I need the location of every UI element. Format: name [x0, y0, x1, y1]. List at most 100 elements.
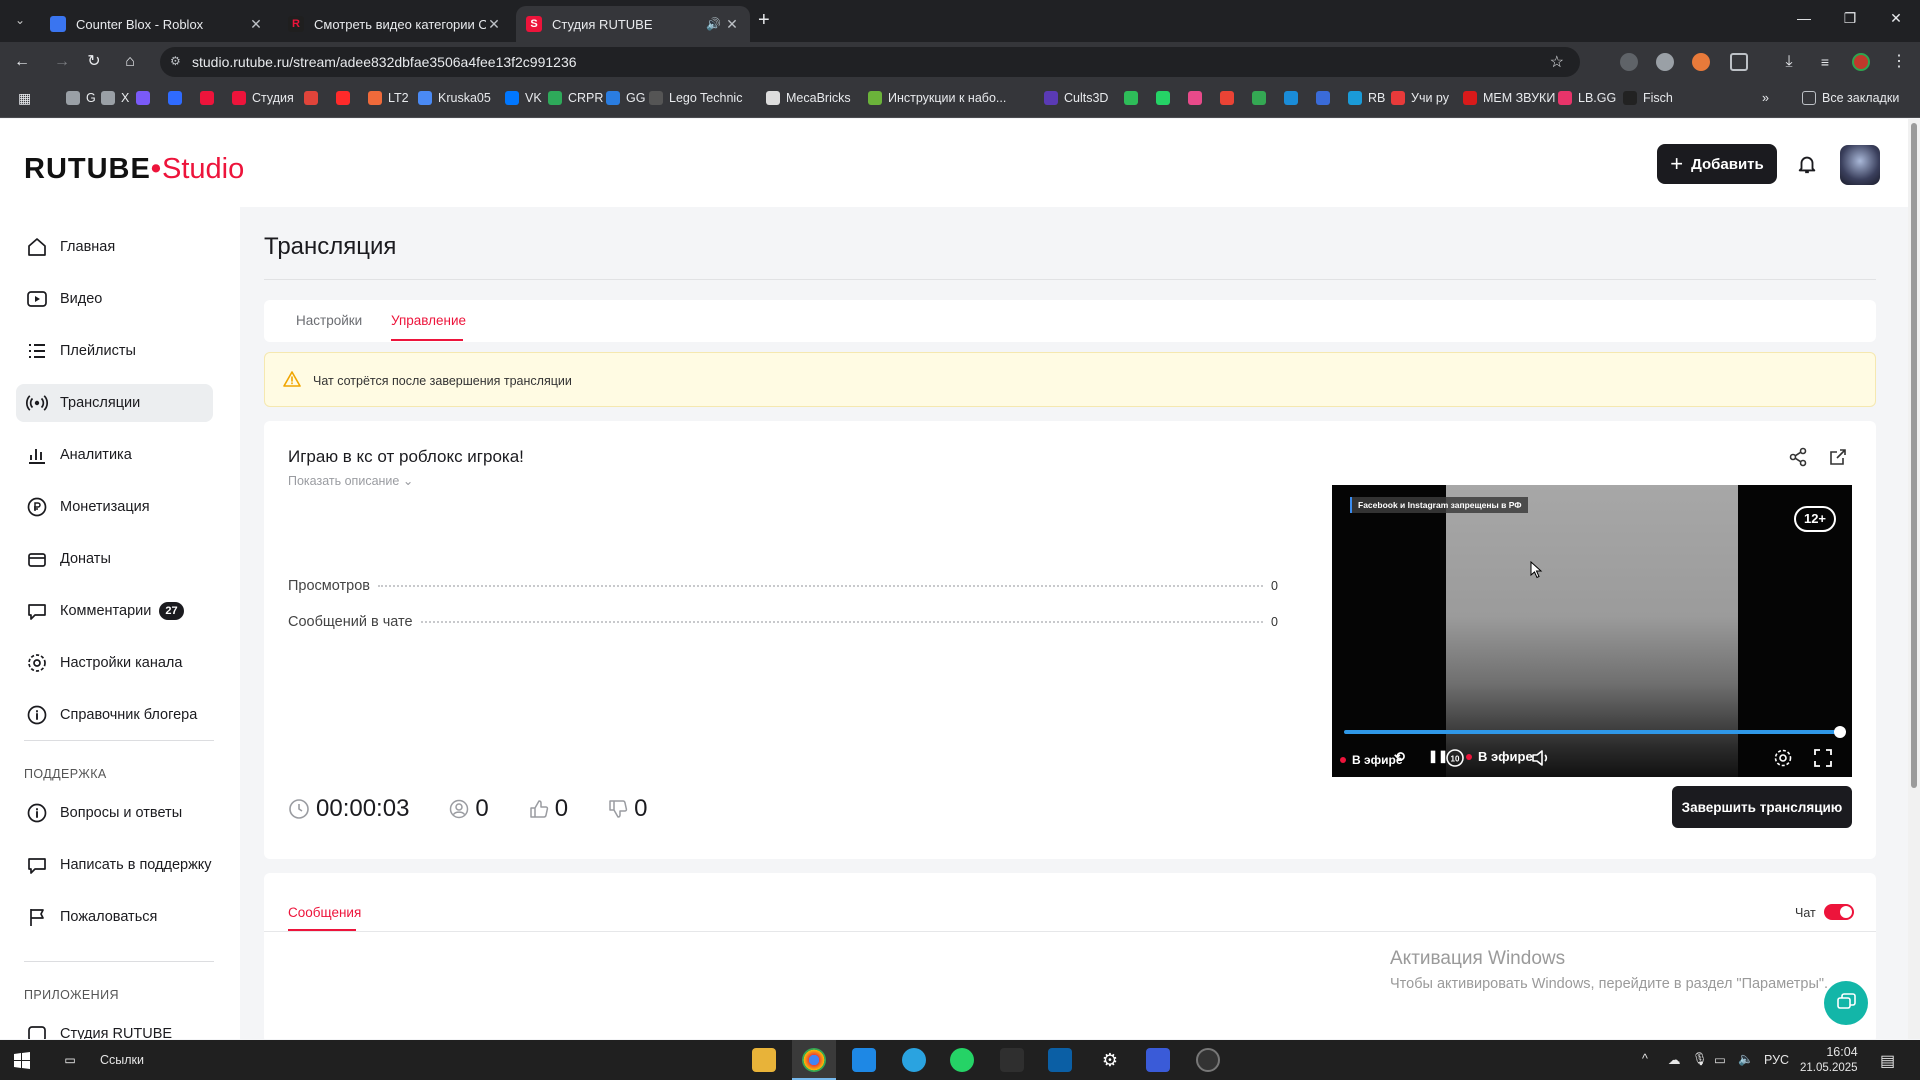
- bookmark-item[interactable]: RB: [1348, 91, 1385, 105]
- obs-icon[interactable]: [1196, 1048, 1220, 1072]
- back-icon[interactable]: ←: [10, 51, 34, 73]
- bookmark-item[interactable]: Fisch: [1623, 91, 1673, 105]
- live-indicator[interactable]: В эфире: [1466, 749, 1533, 764]
- progress-bar[interactable]: [1344, 730, 1840, 734]
- sidebar-item-report[interactable]: Пожаловаться: [16, 898, 213, 936]
- sidebar-item-monetization[interactable]: Монетизация: [16, 488, 213, 526]
- volume-button[interactable]: [1530, 747, 1552, 769]
- page-scrollbar[interactable]: [1908, 119, 1920, 1039]
- browser-tab-rutube-video[interactable]: R Смотреть видео категории Об ✕: [278, 6, 512, 42]
- fullscreen-button[interactable]: [1812, 747, 1834, 769]
- notifications-bell-icon[interactable]: [1796, 152, 1818, 176]
- microphone-icon[interactable]: 🎙: [1692, 1052, 1708, 1067]
- roblox-studio-icon[interactable]: [1146, 1048, 1170, 1072]
- open-external-icon[interactable]: [1828, 447, 1848, 467]
- support-chat-button[interactable]: [1824, 981, 1868, 1025]
- rutube-studio-logo[interactable]: RUTUBE•Studio: [24, 153, 244, 186]
- bookmark-item[interactable]: G: [66, 91, 96, 105]
- bookmark-item[interactable]: [336, 91, 356, 105]
- date[interactable]: 21.05.2025: [1800, 1062, 1858, 1074]
- bookmark-item[interactable]: [1188, 91, 1208, 105]
- vscode-icon[interactable]: [852, 1048, 876, 1072]
- downloads-icon[interactable]: ⤓: [1780, 53, 1798, 71]
- browser-tab-rutube-studio[interactable]: S Студия RUTUBE 🔊 ✕: [516, 6, 750, 42]
- bookmark-item[interactable]: [1252, 91, 1272, 105]
- bookmark-item[interactable]: CRPR: [548, 91, 603, 105]
- notifications-center-icon[interactable]: ▤: [1880, 1051, 1895, 1071]
- sidebar-item-blogger-guide[interactable]: Справочник блогера: [16, 696, 213, 734]
- sidebar-item-write-support[interactable]: Написать в поддержку: [16, 846, 213, 884]
- bookmark-item[interactable]: [168, 91, 188, 105]
- bookmark-item[interactable]: [1316, 91, 1336, 105]
- tab-management[interactable]: Управление: [391, 313, 466, 328]
- audio-playing-icon[interactable]: 🔊: [706, 17, 724, 31]
- share-icon[interactable]: [1788, 447, 1808, 467]
- sidebar-item-home[interactable]: Главная: [16, 228, 213, 266]
- ccleaner-icon[interactable]: [1048, 1048, 1072, 1072]
- minimize-window-icon[interactable]: —: [1792, 10, 1816, 26]
- close-tab-icon[interactable]: ✕: [248, 16, 264, 33]
- apps-grid-icon[interactable]: ▦: [18, 90, 31, 107]
- bookmark-item[interactable]: [1156, 91, 1176, 105]
- sidebar-item-video[interactable]: Видео: [16, 280, 213, 318]
- bookmark-item[interactable]: X: [101, 91, 129, 105]
- bookmark-item[interactable]: MecaBricks: [766, 91, 851, 105]
- forward-10-button[interactable]: 10: [1444, 747, 1466, 769]
- rewind-button[interactable]: ⟲: [1394, 749, 1405, 765]
- bookmark-item[interactable]: GG: [606, 91, 645, 105]
- profile-avatar-icon[interactable]: [1852, 53, 1870, 71]
- extensions-puzzle-icon[interactable]: [1730, 53, 1748, 71]
- new-tab-button[interactable]: +: [758, 10, 770, 30]
- player-settings-button[interactable]: [1772, 747, 1794, 769]
- bookmark-item[interactable]: Cults3D: [1044, 91, 1108, 105]
- address-bar[interactable]: ⚙ studio.rutube.ru/stream/adee832dbfae35…: [160, 47, 1580, 77]
- bookmark-item[interactable]: Lego Technic: [649, 91, 742, 105]
- add-button[interactable]: + Добавить: [1657, 144, 1777, 184]
- close-tab-icon[interactable]: ✕: [724, 16, 740, 33]
- network-icon[interactable]: ▭: [1714, 1052, 1726, 1067]
- all-bookmarks-button[interactable]: Все закладки: [1802, 91, 1899, 105]
- progress-handle[interactable]: [1834, 726, 1846, 738]
- chat-toggle[interactable]: [1824, 904, 1854, 920]
- bookmark-item[interactable]: Kruska05: [418, 91, 491, 105]
- close-tab-icon[interactable]: ✕: [486, 16, 502, 33]
- links-toolbar-label[interactable]: Ссылки: [100, 1053, 144, 1067]
- restore-window-icon[interactable]: ❐: [1838, 10, 1862, 27]
- settings-gear-icon[interactable]: ⚙: [1098, 1048, 1122, 1072]
- video-player[interactable]: Facebook и Instagram запрещены в РФ 12+ …: [1332, 485, 1852, 777]
- telegram-icon[interactable]: [902, 1048, 926, 1072]
- language-indicator[interactable]: РУС: [1764, 1053, 1789, 1067]
- home-icon[interactable]: ⌂: [118, 51, 142, 73]
- game-app-icon[interactable]: [1000, 1048, 1024, 1072]
- extension-globe-icon[interactable]: [1656, 53, 1674, 71]
- url-text[interactable]: studio.rutube.ru/stream/adee832dbfae3506…: [192, 54, 577, 70]
- sidebar-item-studio-app[interactable]: Студия RUTUBE: [16, 1015, 213, 1039]
- media-control-icon[interactable]: ≡: [1816, 53, 1834, 71]
- sidebar-item-analytics[interactable]: Аналитика: [16, 436, 213, 474]
- sidebar-item-streams[interactable]: Трансляции: [16, 384, 213, 422]
- bookmark-item[interactable]: [136, 91, 156, 105]
- bookmark-item[interactable]: LT2: [368, 91, 409, 105]
- sidebar-item-playlists[interactable]: Плейлисты: [16, 332, 213, 370]
- bookmark-item[interactable]: LB.GG: [1558, 91, 1616, 105]
- browser-menu-icon[interactable]: ⋮: [1890, 53, 1908, 71]
- bookmark-star-icon[interactable]: ☆: [1550, 52, 1564, 72]
- clock[interactable]: 16:04: [1814, 1045, 1870, 1059]
- bookmark-item[interactable]: [1220, 91, 1240, 105]
- reload-icon[interactable]: ↻: [82, 51, 106, 73]
- onedrive-icon[interactable]: ☁: [1668, 1052, 1681, 1067]
- tab-messages[interactable]: Сообщения: [288, 905, 361, 920]
- bookmark-item[interactable]: [1124, 91, 1144, 105]
- end-stream-button[interactable]: Завершить трансляцию: [1672, 786, 1852, 828]
- tab-search-button[interactable]: ⌄: [8, 8, 32, 32]
- sidebar-item-channel-settings[interactable]: Настройки канала: [16, 644, 213, 682]
- chrome-icon[interactable]: [802, 1048, 826, 1072]
- site-info-icon[interactable]: ⚙: [170, 54, 186, 70]
- speaker-icon[interactable]: 🔈: [1738, 1052, 1754, 1067]
- task-view-icon[interactable]: ▭: [58, 1048, 82, 1072]
- tray-chevron-icon[interactable]: ^: [1642, 1052, 1648, 1066]
- extension-menu-icon[interactable]: [1620, 53, 1638, 71]
- windows-start-icon[interactable]: [10, 1048, 34, 1072]
- bookmark-item[interactable]: [1284, 91, 1304, 105]
- bookmark-item[interactable]: Учи ру: [1391, 91, 1449, 105]
